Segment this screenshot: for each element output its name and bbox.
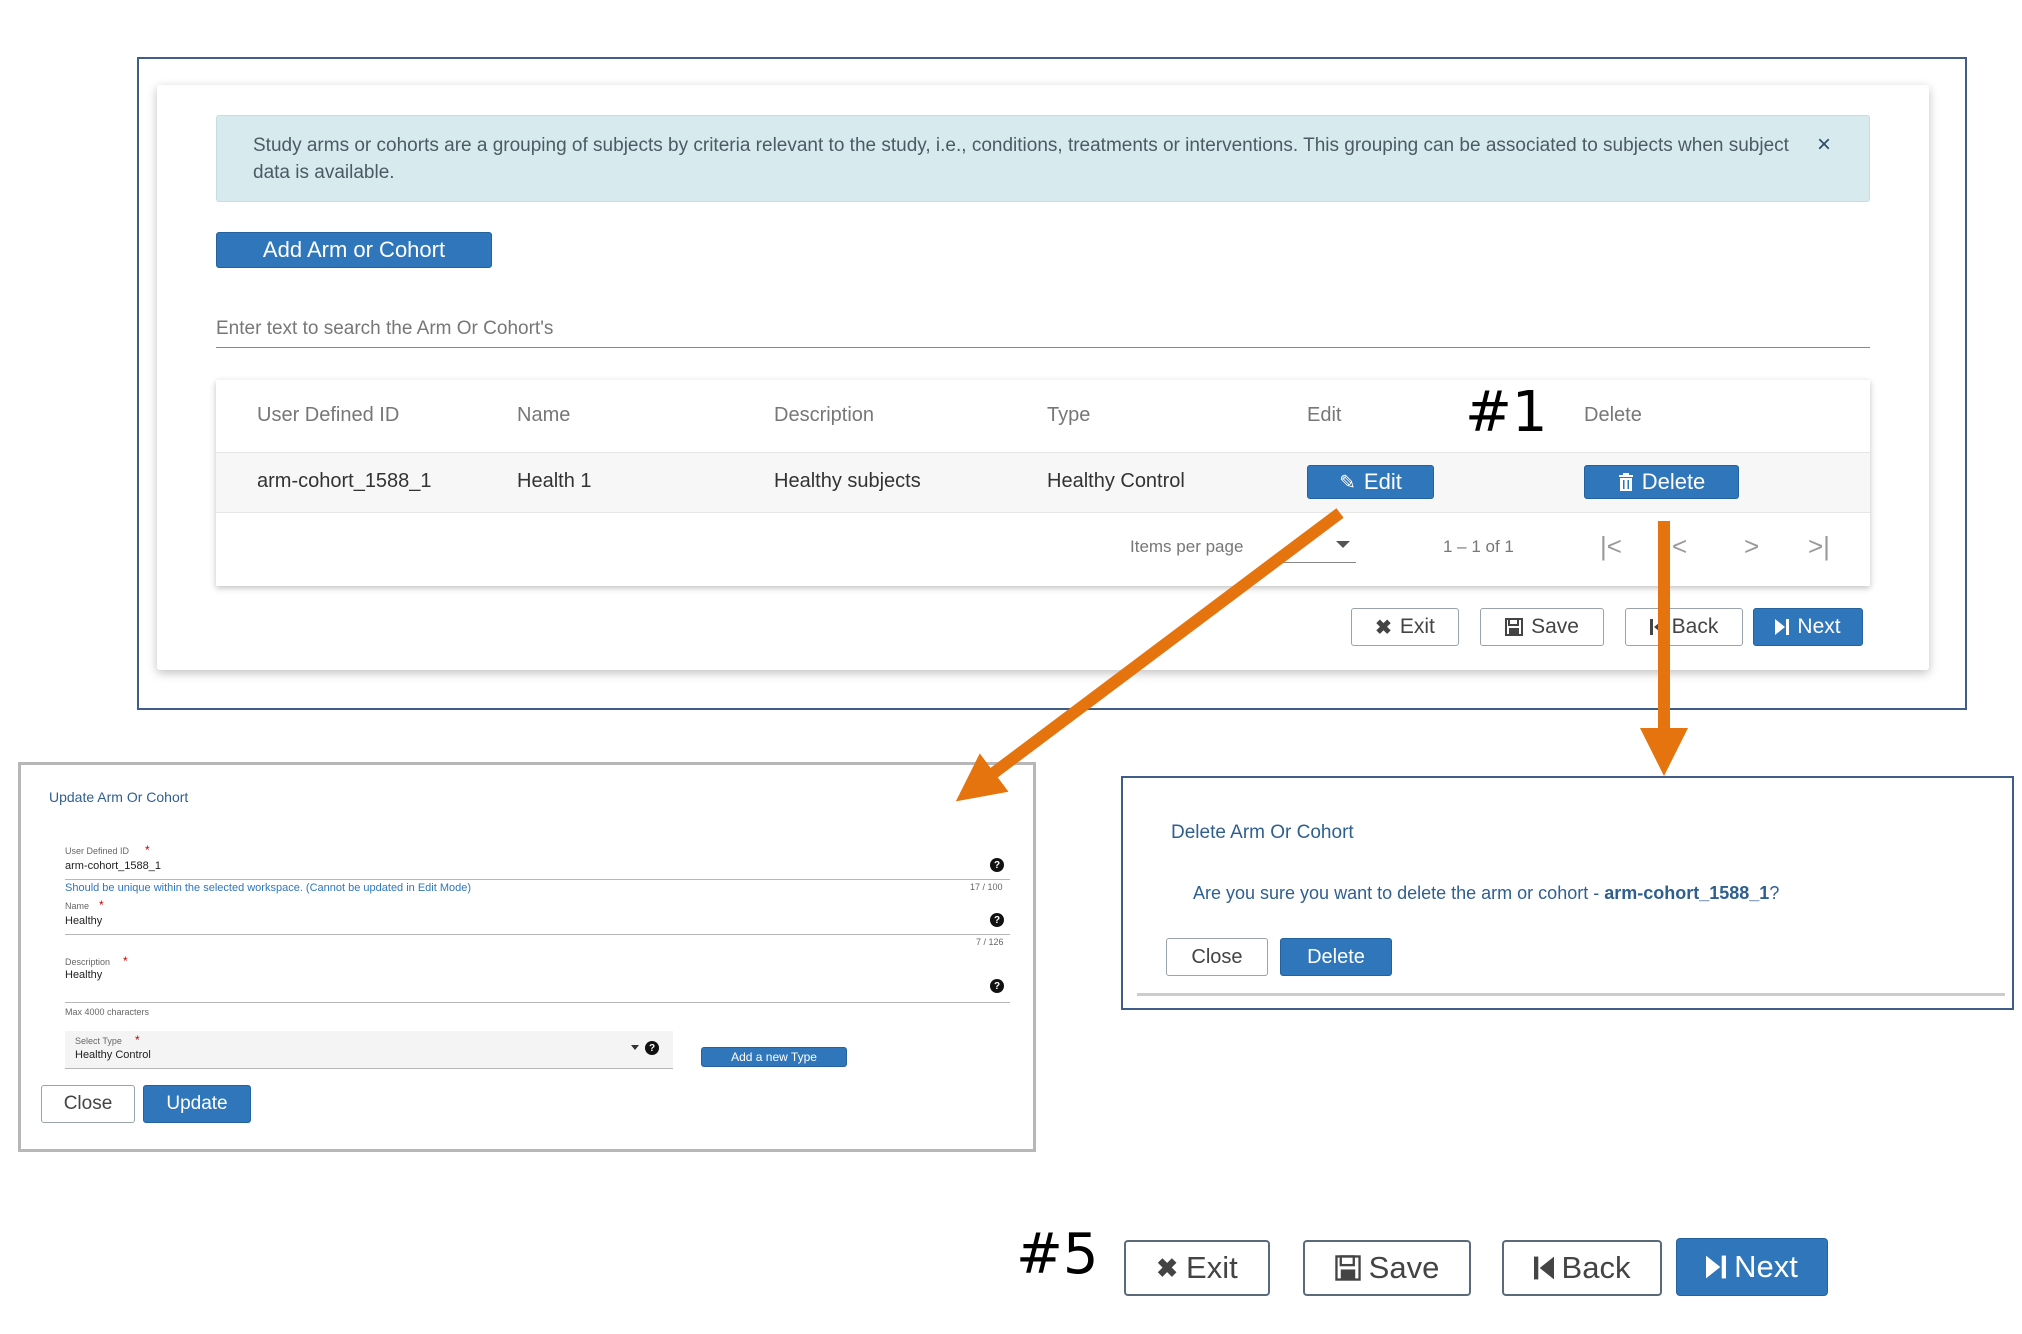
annotation-arrows (955, 508, 1688, 802)
arrow-to-update-dialog (955, 508, 1344, 802)
